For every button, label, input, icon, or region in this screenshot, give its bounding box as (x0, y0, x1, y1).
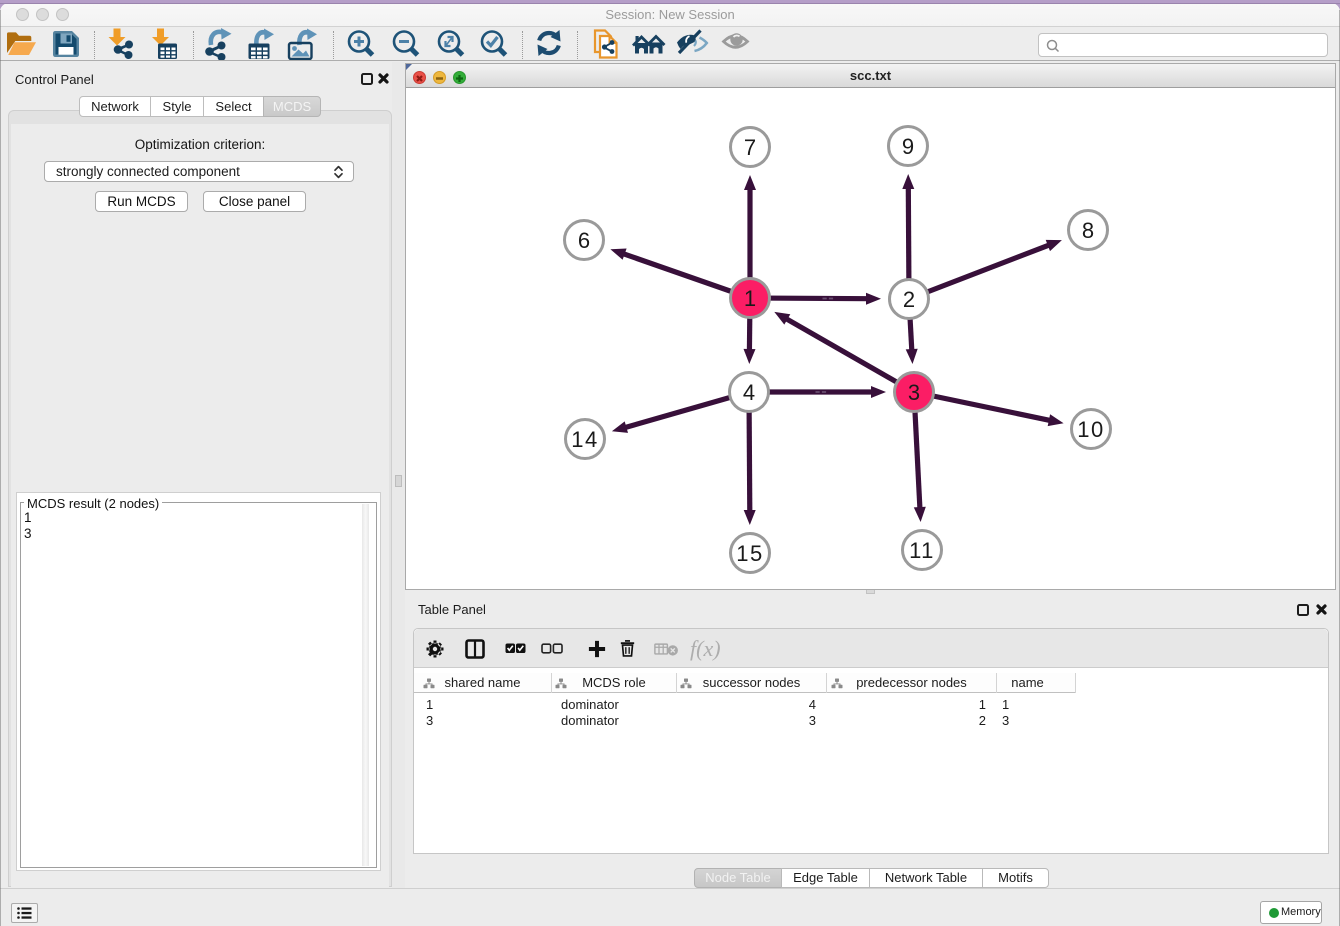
svg-text:10: 10 (1077, 417, 1104, 442)
svg-text:15: 15 (736, 541, 763, 566)
svg-text:3: 3 (908, 380, 920, 405)
svg-text:4: 4 (743, 380, 755, 405)
svg-text:2: 2 (903, 287, 915, 312)
svg-text:7: 7 (744, 135, 756, 160)
svg-text:1: 1 (744, 286, 756, 311)
svg-text:14: 14 (571, 427, 598, 452)
svg-text:8: 8 (1082, 218, 1094, 243)
svg-text:11: 11 (909, 538, 935, 563)
svg-text:6: 6 (578, 228, 590, 253)
svg-text:9: 9 (902, 134, 914, 159)
